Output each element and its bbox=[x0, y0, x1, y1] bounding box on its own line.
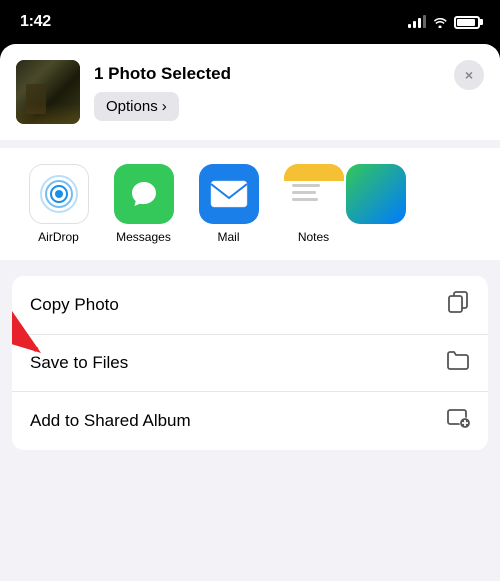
action-add-shared-album[interactable]: Add to Shared Album bbox=[12, 392, 488, 450]
share-apps-row: AirDrop Messages Mail bbox=[0, 148, 500, 260]
red-arrow-annotation bbox=[12, 295, 62, 395]
close-button[interactable]: × bbox=[454, 60, 484, 90]
status-bar: 1:42 bbox=[0, 0, 500, 44]
signal-icon bbox=[408, 16, 426, 28]
actions-wrapper: Copy Photo Save to Files bbox=[0, 276, 500, 450]
header-info: 1 Photo Selected Options › bbox=[94, 64, 440, 121]
app-item-airdrop[interactable]: AirDrop bbox=[16, 164, 101, 244]
notes-label: Notes bbox=[298, 230, 329, 244]
shared-album-icon bbox=[446, 406, 470, 436]
mail-icon bbox=[199, 164, 259, 224]
app-item-more[interactable] bbox=[356, 164, 396, 244]
share-sheet: 1 Photo Selected Options › × AirDrop bbox=[0, 44, 500, 581]
action-copy-photo[interactable]: Copy Photo bbox=[12, 276, 488, 335]
mail-label: Mail bbox=[217, 230, 239, 244]
app-item-mail[interactable]: Mail bbox=[186, 164, 271, 244]
airdrop-icon bbox=[29, 164, 89, 224]
messages-icon bbox=[114, 164, 174, 224]
app-item-messages[interactable]: Messages bbox=[101, 164, 186, 244]
airdrop-label: AirDrop bbox=[38, 230, 79, 244]
photo-thumbnail bbox=[16, 60, 80, 124]
folder-icon bbox=[446, 349, 470, 377]
more-icon bbox=[346, 164, 406, 224]
action-save-to-files[interactable]: Save to Files bbox=[12, 335, 488, 392]
battery-icon bbox=[454, 16, 480, 29]
status-icons bbox=[408, 16, 480, 29]
divider-2 bbox=[0, 260, 500, 268]
add-shared-album-label: Add to Shared Album bbox=[30, 411, 191, 431]
copy-icon bbox=[446, 290, 470, 320]
options-button[interactable]: Options › bbox=[94, 92, 179, 121]
header-title: 1 Photo Selected bbox=[94, 64, 440, 84]
wifi-icon bbox=[432, 16, 448, 28]
messages-label: Messages bbox=[116, 230, 171, 244]
divider bbox=[0, 140, 500, 148]
actions-list: Copy Photo Save to Files bbox=[12, 276, 488, 450]
app-item-notes[interactable]: Notes bbox=[271, 164, 356, 244]
status-time: 1:42 bbox=[20, 13, 51, 31]
share-header: 1 Photo Selected Options › × bbox=[0, 44, 500, 140]
notes-icon bbox=[284, 164, 344, 224]
